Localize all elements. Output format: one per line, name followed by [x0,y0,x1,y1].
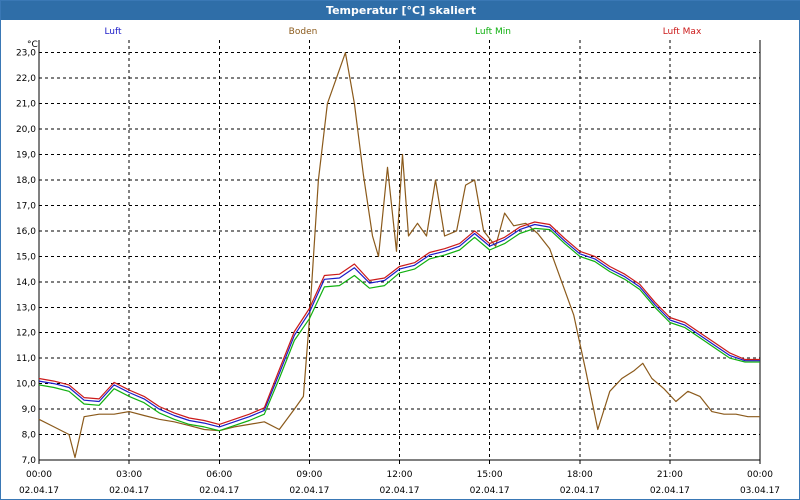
y-tick-label: 9,0 [22,405,37,415]
x-tick-time: 06:00 [206,470,232,480]
y-tick-label: 19,0 [16,151,36,161]
legend: Luft Boden Luft Min Luft Max [104,27,702,37]
y-tick-labels: 7,0 8,0 9,0 10,0 11,0 12,0 13,0 14,0 15,0 16,0 17,… [16,49,36,466]
y-tick-label: 17,0 [16,201,36,211]
legend-luft: Luft [104,27,122,37]
legend-luft-max: Luft Max [663,27,702,37]
x-tick-time: 21:00 [657,470,683,480]
y-tick-label: 15,0 [16,252,36,262]
y-tick-label: 20,0 [16,125,36,135]
x-tick-time: 09:00 [296,470,322,480]
x-tick-time: 18:00 [567,470,593,480]
temperature-chart: 7,0 8,0 9,0 10,0 11,0 12,0 13,0 14,0 15,0 16,0 17,… [16,27,780,496]
x-tick-date: 02.04.17 [650,486,690,496]
x-tick-time: 03:00 [116,470,142,480]
x-tick-date: 02.04.17 [109,486,149,496]
y-tick-label: 8,0 [22,431,37,441]
x-tick-date: 02.04.17 [470,486,510,496]
x-tick-time: 00:00 [26,470,52,480]
y-tick-label: 22,0 [16,74,36,84]
y-tick-label: 14,0 [16,278,36,288]
x-tick-date: 02.04.17 [560,486,600,496]
legend-luft-min: Luft Min [475,27,511,37]
x-tick-time: 00:00 [747,470,773,480]
x-tick-labels: 00:00 02.04.17 03:00 02.04.17 06:00 02.04.17 0… [19,470,780,496]
grid [39,40,760,461]
y-tick-label: 16,0 [16,227,36,237]
y-tick-label: 23,0 [16,49,36,59]
x-tick-date: 02.04.17 [19,486,59,496]
y-tick-label: 18,0 [16,176,36,186]
legend-boden: Boden [289,27,318,37]
y-tick-label: 21,0 [16,100,36,110]
x-tick-date: 03.04.17 [740,486,780,496]
x-tick-date: 02.04.17 [199,486,239,496]
y-tick-label: 7,0 [22,456,37,466]
chart-window: Temperatur [°C] skaliert 7,0 8,0 9,0 10,0 11… [0,0,800,500]
y-tick-label: 12,0 [16,329,36,339]
y-tick-label: 13,0 [16,303,36,313]
x-tick-time: 15:00 [477,470,503,480]
x-tick-date: 02.04.17 [379,486,419,496]
y-tick-label: 11,0 [16,354,36,364]
x-tick-date: 02.04.17 [289,486,329,496]
y-axis-unit: °C [27,40,38,50]
x-tick-time: 12:00 [387,470,413,480]
y-tick-label: 10,0 [16,380,36,390]
